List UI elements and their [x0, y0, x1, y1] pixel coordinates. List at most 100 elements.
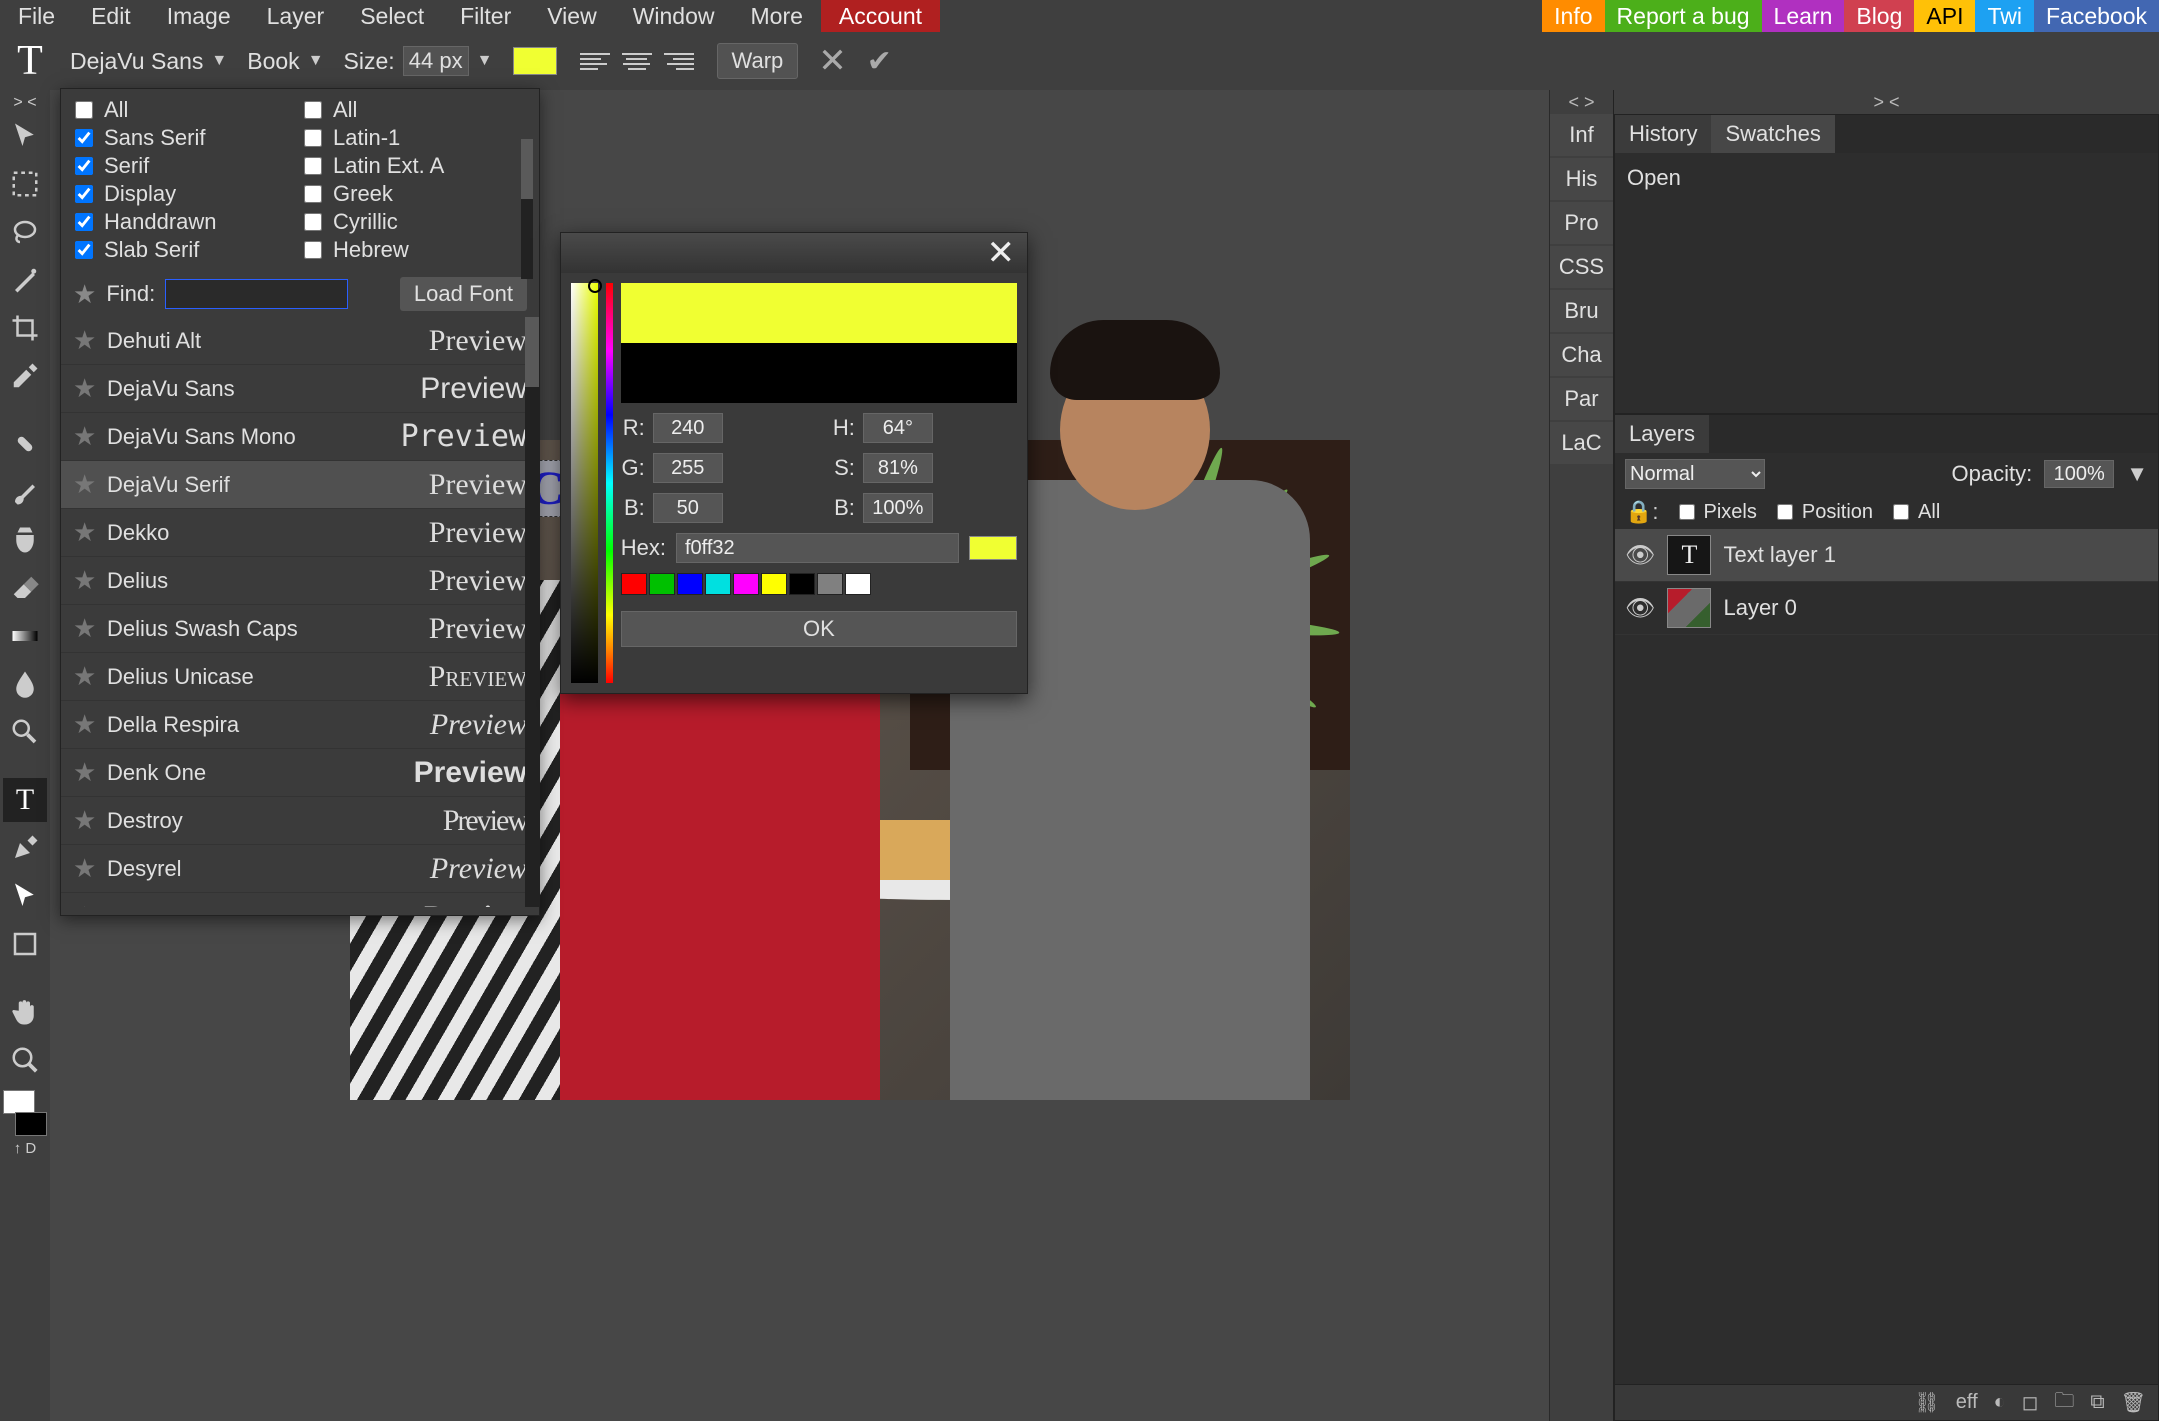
tab-history[interactable]: History: [1615, 115, 1711, 153]
marquee-tool[interactable]: [3, 162, 47, 206]
link-api[interactable]: API: [1914, 0, 1975, 34]
link-facebook[interactable]: Facebook: [2034, 0, 2159, 34]
dodge-tool[interactable]: [3, 710, 47, 754]
font-search-input[interactable]: [165, 279, 348, 309]
layer-name[interactable]: Layer 0: [1723, 595, 1796, 621]
font-row[interactable]: ★DejaVu SerifPreview: [61, 461, 539, 509]
font-style-select[interactable]: Book▼: [247, 48, 323, 75]
heal-tool[interactable]: [3, 422, 47, 466]
palette-swatch[interactable]: [677, 573, 703, 595]
history-item[interactable]: Open: [1627, 161, 2146, 195]
cancel-icon[interactable]: ✕: [818, 41, 847, 81]
filter-sans-serif[interactable]: Sans Serif: [71, 125, 300, 151]
hand-tool[interactable]: [3, 990, 47, 1034]
menu-filter[interactable]: Filter: [442, 0, 529, 34]
align-right-button[interactable]: [661, 46, 697, 76]
text-color-swatch[interactable]: [513, 47, 557, 75]
link-blog[interactable]: Blog: [1844, 0, 1914, 34]
collapsed-tab-history[interactable]: His: [1550, 158, 1613, 200]
font-row[interactable]: ★Deutsch GothicPreview: [61, 893, 539, 907]
star-icon[interactable]: ★: [73, 661, 97, 692]
link-layers-icon[interactable]: ⛓: [1914, 1390, 1939, 1415]
collapsed-tab-layercomps[interactable]: LaC: [1550, 422, 1613, 464]
blend-mode-select[interactable]: Normal: [1625, 459, 1765, 489]
font-row[interactable]: ★Delius UnicasePreview: [61, 653, 539, 701]
star-icon[interactable]: ★: [73, 565, 97, 596]
filter-all-right[interactable]: All: [300, 97, 529, 123]
collapsed-tab-brush[interactable]: Bru: [1550, 290, 1613, 332]
collapsed-bar-header[interactable]: < >: [1550, 90, 1613, 114]
background-swatch[interactable]: [15, 1112, 47, 1136]
lock-pixels[interactable]: Pixels: [1675, 501, 1757, 524]
layers-list[interactable]: 👁 T Text layer 1 👁 Layer 0: [1615, 529, 2158, 1384]
wand-tool[interactable]: [3, 258, 47, 302]
menu-window[interactable]: Window: [615, 0, 733, 34]
zoom-tool[interactable]: [3, 1038, 47, 1082]
dialog-titlebar[interactable]: ✕: [561, 233, 1027, 273]
star-icon[interactable]: ★: [73, 853, 97, 884]
adjustment-layer-icon[interactable]: ◐: [1994, 1391, 2006, 1414]
type-tool[interactable]: T: [3, 778, 47, 822]
layer-effects-button[interactable]: eff: [1956, 1391, 1978, 1414]
font-size-input[interactable]: [403, 46, 469, 76]
font-row[interactable]: ★DestroyPreview: [61, 797, 539, 845]
visibility-icon[interactable]: 👁: [1625, 541, 1655, 570]
collapsed-tab-info[interactable]: Inf: [1550, 114, 1613, 156]
star-icon[interactable]: ★: [73, 469, 97, 500]
crop-tool[interactable]: [3, 306, 47, 350]
font-row[interactable]: ★Delius Swash CapsPreview: [61, 605, 539, 653]
menu-account[interactable]: Account: [821, 0, 940, 34]
shape-tool[interactable]: [3, 922, 47, 966]
link-twitter[interactable]: Twi: [1975, 0, 2034, 34]
swap-default-colors[interactable]: ↑ D: [14, 1140, 37, 1157]
font-row[interactable]: ★DesyrelPreview: [61, 845, 539, 893]
palette-swatch[interactable]: [789, 573, 815, 595]
ok-button[interactable]: OK: [621, 611, 1017, 647]
star-icon[interactable]: ★: [73, 805, 97, 836]
palette-swatch[interactable]: [761, 573, 787, 595]
blur-tool[interactable]: [3, 662, 47, 706]
delete-layer-icon[interactable]: 🗑: [2121, 1390, 2146, 1415]
font-row[interactable]: ★Della RespiraPreview: [61, 701, 539, 749]
filter-latin-ext[interactable]: Latin Ext. A: [300, 153, 529, 179]
menu-view[interactable]: View: [529, 0, 614, 34]
toolbox-collapse[interactable]: > <: [0, 94, 50, 112]
lock-position[interactable]: Position: [1773, 501, 1873, 524]
font-row[interactable]: ★DeliusPreview: [61, 557, 539, 605]
palette-swatch[interactable]: [705, 573, 731, 595]
menu-edit[interactable]: Edit: [73, 0, 149, 34]
pen-tool[interactable]: [3, 826, 47, 870]
menu-more[interactable]: More: [733, 0, 821, 34]
palette-swatch[interactable]: [649, 573, 675, 595]
palette-swatch[interactable]: [845, 573, 871, 595]
collapsed-tab-css[interactable]: CSS: [1550, 246, 1613, 288]
tab-swatches[interactable]: Swatches: [1711, 115, 1834, 153]
layer-row[interactable]: 👁 Layer 0: [1615, 582, 2158, 635]
font-family-select[interactable]: DejaVu Sans▼: [70, 48, 227, 75]
r-input[interactable]: [653, 413, 723, 443]
warp-button[interactable]: Warp: [717, 43, 799, 79]
collapsed-tab-properties[interactable]: Pro: [1550, 202, 1613, 244]
align-left-button[interactable]: [577, 46, 613, 76]
font-row[interactable]: ★DejaVu Sans MonoPreview: [61, 413, 539, 461]
bv-input[interactable]: [863, 493, 933, 523]
g-input[interactable]: [653, 453, 723, 483]
filter-all-left[interactable]: All: [71, 97, 300, 123]
hex-input[interactable]: [676, 533, 959, 563]
load-font-button[interactable]: Load Font: [400, 277, 527, 311]
new-folder-icon[interactable]: 🗀: [2054, 1386, 2074, 1420]
foreground-swatch[interactable]: [3, 1090, 35, 1114]
filter-greek[interactable]: Greek: [300, 181, 529, 207]
collapsed-tab-paragraph[interactable]: Par: [1550, 378, 1613, 420]
menu-select[interactable]: Select: [342, 0, 442, 34]
color-swatches[interactable]: [3, 1090, 47, 1140]
sv-picker[interactable]: [571, 283, 598, 683]
star-icon[interactable]: ★: [73, 709, 97, 740]
star-icon[interactable]: ★: [73, 279, 96, 310]
layer-name[interactable]: Text layer 1: [1723, 542, 1836, 568]
link-info[interactable]: Info: [1542, 0, 1604, 34]
b-input[interactable]: [653, 493, 723, 523]
align-center-button[interactable]: [619, 46, 655, 76]
opacity-input[interactable]: [2044, 460, 2114, 488]
link-report-bug[interactable]: Report a bug: [1605, 0, 1762, 34]
